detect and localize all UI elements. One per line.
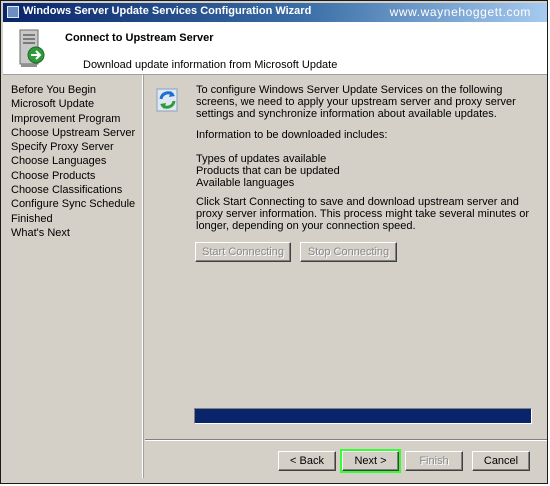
- info-heading: Information to be downloaded includes:: [196, 129, 388, 141]
- start-connecting-button[interactable]: Start Connecting: [195, 242, 291, 262]
- cancel-button[interactable]: Cancel: [472, 451, 530, 471]
- sidebar-item-whats-next[interactable]: What's Next: [11, 226, 139, 240]
- finish-button[interactable]: Finish: [405, 451, 463, 471]
- info-item-languages: Available languages: [196, 177, 295, 189]
- sidebar-item-finished[interactable]: Finished: [11, 212, 139, 226]
- info-item-products: Products that can be updated: [196, 165, 340, 177]
- download-progress-bar: [194, 408, 532, 424]
- page-subtitle: Download update information from Microso…: [83, 59, 338, 71]
- sidebar-item-choose-languages[interactable]: Choose Languages: [11, 154, 139, 168]
- info-item-update-types: Types of updates available: [196, 153, 327, 165]
- watermark-text: www.waynehoggett.com: [389, 5, 531, 19]
- instruction-text: Click Start Connecting to save and downl…: [196, 196, 529, 232]
- title-bar[interactable]: Windows Server Update Services Configura…: [3, 3, 547, 22]
- sidebar-item-choose-products[interactable]: Choose Products: [11, 169, 139, 183]
- wizard-content: To configure Windows Server Update Servi…: [145, 75, 545, 445]
- sidebar-item-choose-upstream-server[interactable]: Choose Upstream Server: [11, 126, 139, 140]
- wizard-steps-sidebar: Before You Begin Microsoft Update Improv…: [3, 75, 143, 478]
- intro-text: To configure Windows Server Update Servi…: [196, 84, 516, 120]
- window-title: Windows Server Update Services Configura…: [23, 5, 312, 17]
- wizard-window: Windows Server Update Services Configura…: [0, 0, 548, 484]
- server-update-icon: [19, 29, 45, 67]
- sync-arrows-icon: [156, 88, 178, 112]
- stop-connecting-button[interactable]: Stop Connecting: [300, 242, 397, 262]
- sidebar-item-before-you-begin[interactable]: Before You Begin: [11, 83, 139, 97]
- back-button[interactable]: < Back: [278, 451, 336, 471]
- wizard-header: Connect to Upstream Server Download upda…: [3, 22, 547, 75]
- progress-fill: [195, 409, 531, 423]
- sidebar-item-specify-proxy-server[interactable]: Specify Proxy Server: [11, 140, 139, 154]
- info-list: Types of updates available Products that…: [196, 153, 340, 189]
- page-title: Connect to Upstream Server: [65, 32, 214, 44]
- next-button-highlight: [340, 449, 401, 473]
- sidebar-item-microsoft-update-improvement[interactable]: Microsoft Update Improvement Program: [11, 97, 139, 126]
- sidebar-item-choose-classifications[interactable]: Choose Classifications: [11, 183, 139, 197]
- window-icon: [7, 6, 19, 18]
- footer-divider: [145, 439, 547, 441]
- sidebar-item-configure-sync-schedule[interactable]: Configure Sync Schedule: [11, 197, 139, 211]
